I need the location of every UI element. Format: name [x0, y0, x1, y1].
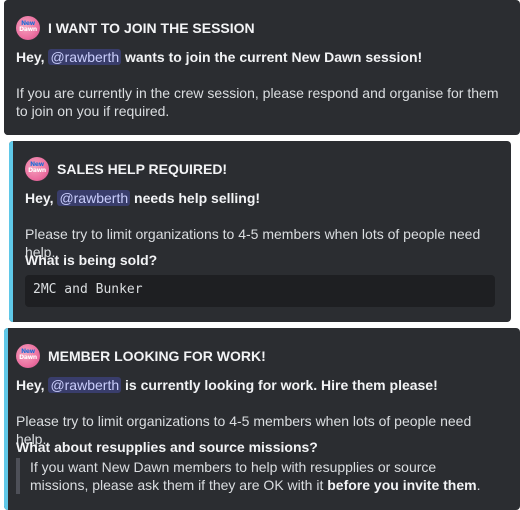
block-quote: If you want New Dawn members to help wit… — [16, 458, 492, 494]
embed-sales-help: New Dawn SALES HELP REQUIRED! Hey, @rawb… — [9, 141, 511, 322]
embed-author-name: SALES HELP REQUIRED! — [57, 161, 228, 177]
embed-body: If you are currently in the crew session… — [16, 85, 499, 119]
embed-author[interactable]: New Dawn SALES HELP REQUIRED! — [25, 157, 227, 181]
embed-looking-for-work: New Dawn MEMBER LOOKING FOR WORK! Hey, @… — [4, 328, 520, 510]
embed-headline: Hey, @rawberth is currently looking for … — [16, 377, 438, 393]
embed-accent-bar — [4, 328, 8, 510]
user-mention[interactable]: @rawberth — [48, 377, 122, 393]
embed-author[interactable]: New Dawn I WANT TO JOIN THE SESSION — [16, 16, 255, 40]
user-mention[interactable]: @rawberth — [48, 49, 122, 65]
embed-accent-bar — [9, 141, 13, 322]
new-dawn-logo-icon: New Dawn — [16, 344, 40, 368]
embed-field-name: What about resupplies and source mission… — [16, 439, 318, 455]
embed-accent-bar — [4, 0, 8, 135]
embed-author-name: I WANT TO JOIN THE SESSION — [48, 20, 255, 36]
embed-headline: Hey, @rawberth needs help selling! — [25, 190, 261, 206]
new-dawn-logo-icon: New Dawn — [16, 16, 40, 40]
embed-field-name: What is being sold? — [25, 252, 158, 268]
new-dawn-logo-icon: New Dawn — [25, 157, 49, 181]
user-mention[interactable]: @rawberth — [57, 190, 131, 206]
embed-join-session: New Dawn I WANT TO JOIN THE SESSION Hey,… — [4, 0, 520, 135]
embed-author[interactable]: New Dawn MEMBER LOOKING FOR WORK! — [16, 344, 266, 368]
code-block: 2MC and Bunker — [25, 275, 495, 307]
embed-headline: Hey, @rawberth wants to join the current… — [16, 49, 423, 65]
embed-author-name: MEMBER LOOKING FOR WORK! — [48, 348, 266, 364]
